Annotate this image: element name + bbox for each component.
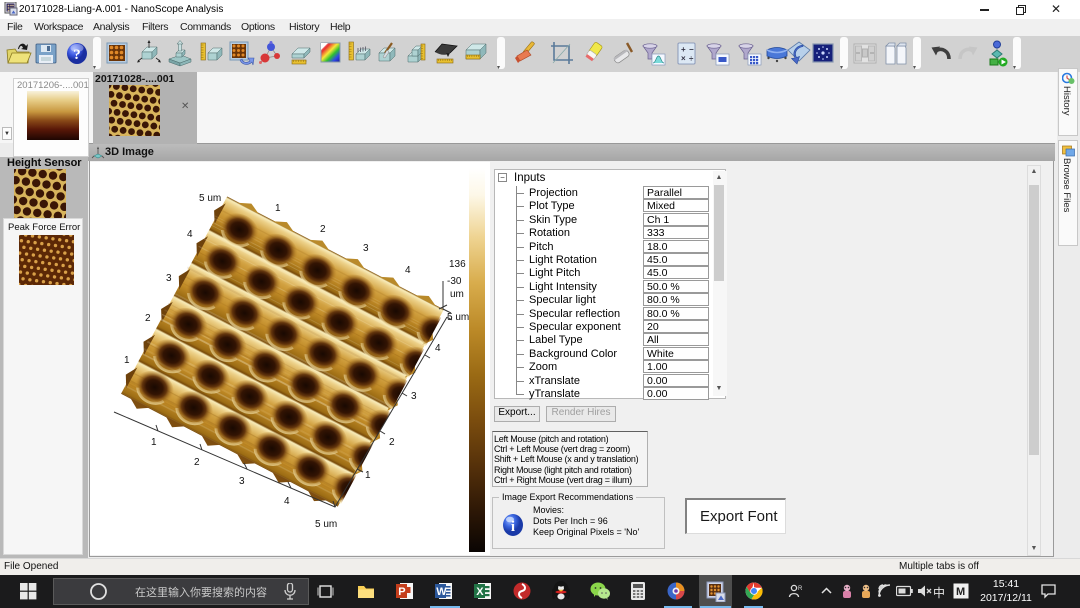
svg-text:4: 4 [284,496,290,507]
svg-text:4: 4 [435,343,441,354]
svg-text:5 um: 5 um [199,193,221,204]
svg-text:3: 3 [363,243,369,254]
svg-text:W: W [436,586,447,598]
svg-text:1: 1 [151,437,157,448]
svg-text:136: 136 [449,259,466,270]
svg-text:2: 2 [145,313,151,324]
svg-text:÷: ÷ [689,54,694,63]
svg-text:1: 1 [275,203,281,214]
svg-text:M: M [956,586,965,598]
svg-text:1: 1 [365,470,371,481]
svg-text:5 um: 5 um [447,312,469,323]
svg-text:-30: -30 [447,276,462,287]
svg-text:R: R [798,586,803,592]
svg-text:?: ? [73,47,81,63]
svg-text:3: 3 [411,391,417,402]
svg-text:5 um: 5 um [315,519,337,530]
svg-text:2: 2 [194,457,200,468]
svg-text:2: 2 [389,437,395,448]
svg-text:X: X [476,586,484,598]
svg-text:4: 4 [187,229,193,240]
svg-text:1: 1 [124,355,130,366]
svg-text:−: − [689,45,694,54]
svg-text:P: P [398,586,405,598]
svg-text:×: × [681,54,686,63]
svg-text:3: 3 [166,273,172,284]
svg-text:i: i [511,519,515,535]
svg-text:3: 3 [239,476,245,487]
svg-text:um: um [450,289,464,300]
svg-text:4: 4 [405,265,411,276]
svg-text:+: + [681,45,686,54]
svg-text:2: 2 [320,224,326,235]
